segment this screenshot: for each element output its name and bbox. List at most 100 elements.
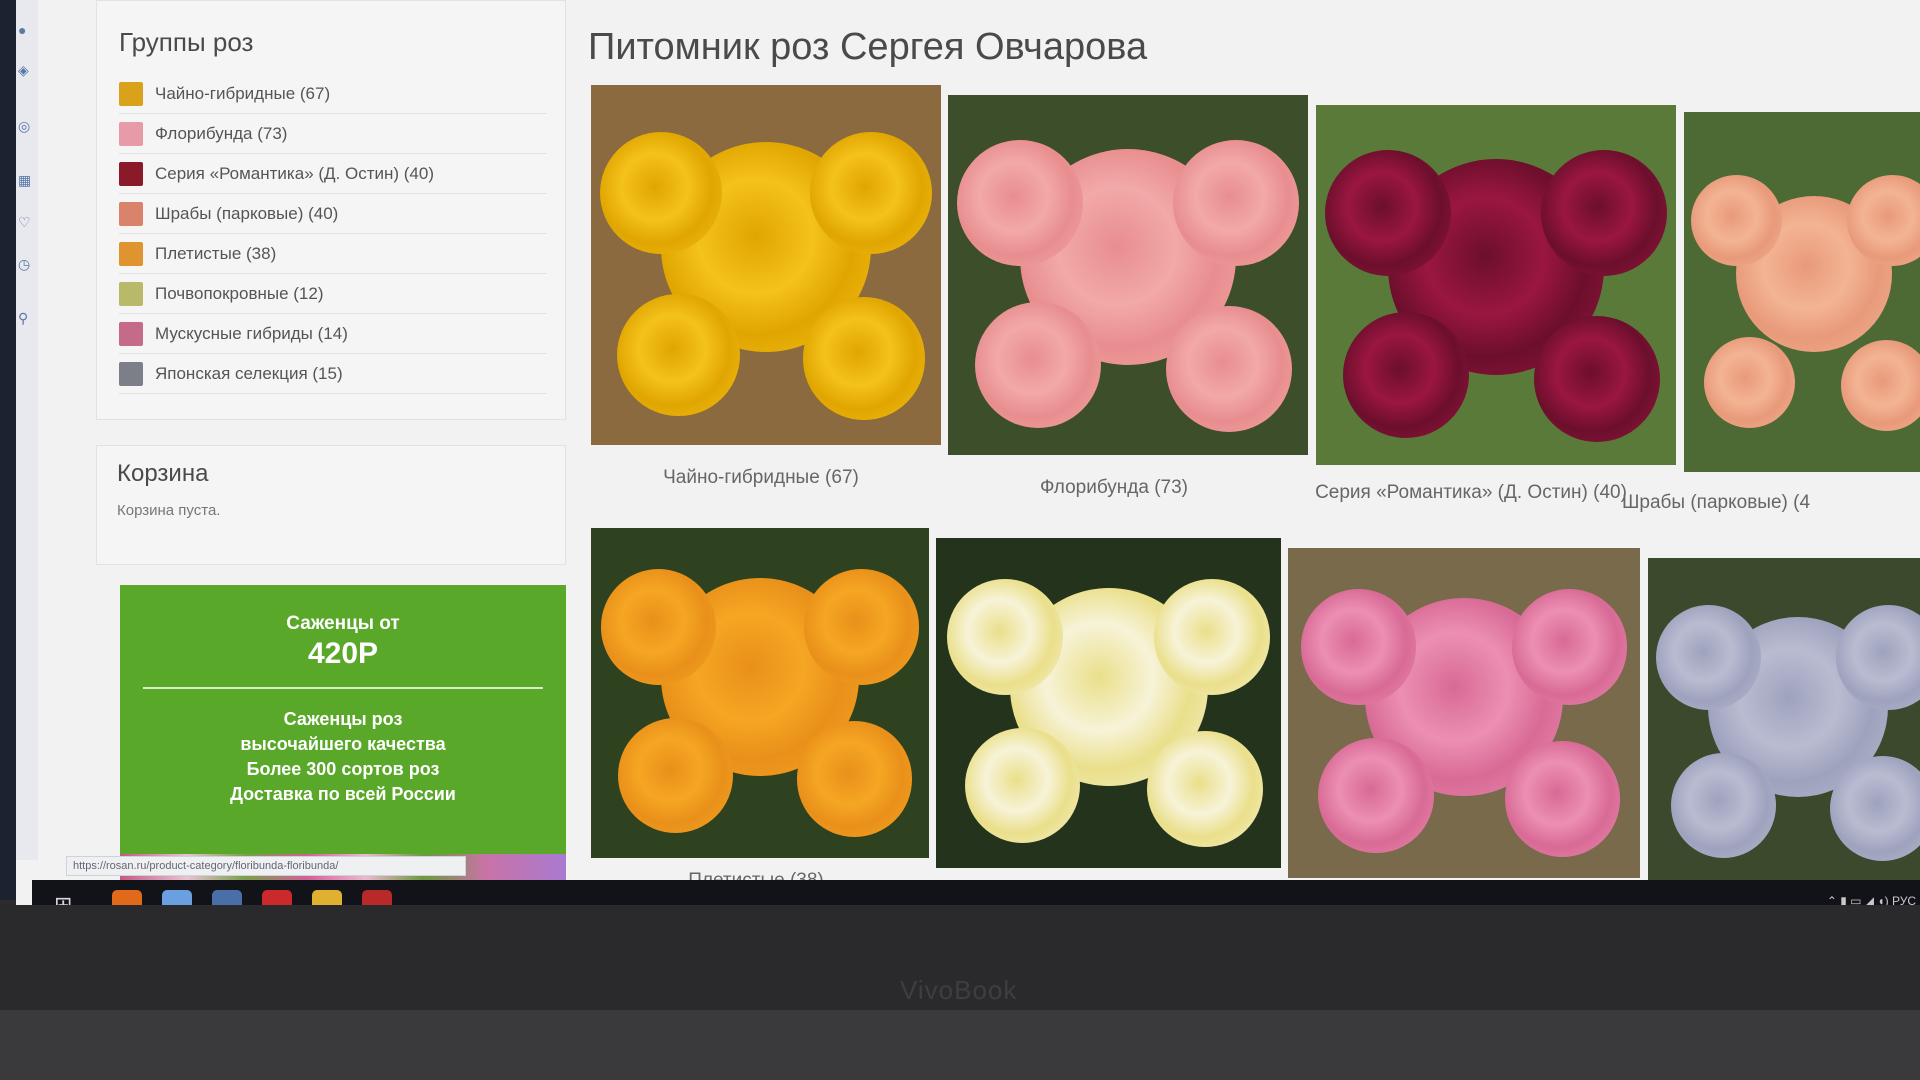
cart-title: Корзина [117, 460, 209, 487]
cart-panel: Корзина Корзина пуста. [96, 445, 566, 565]
history-icon[interactable]: ◎ [18, 118, 30, 135]
category-thumbnail [119, 361, 143, 386]
rose-bloom [1829, 756, 1920, 862]
cart-status: Корзина пуста. [117, 502, 221, 519]
folder-icon[interactable] [312, 890, 342, 905]
rose-bloom [809, 131, 933, 255]
rose-bloom [1343, 312, 1469, 438]
promo-divider [143, 687, 543, 689]
promo-line: Доставка по всей России [230, 784, 456, 804]
rose-photo[interactable] [948, 95, 1308, 455]
promo-line: Саженцы от [286, 613, 400, 634]
location-icon[interactable]: ⚲ [18, 310, 28, 327]
sidebar-category-item[interactable]: Мускусные гибриды (14) [119, 314, 547, 354]
category-label: Почвопокровные (12) [155, 283, 324, 303]
category-label: Плетистые (38) [155, 243, 277, 263]
laptop-brand: VivoBook [900, 975, 1018, 1005]
rose-bloom [1300, 589, 1417, 705]
rose-photo[interactable] [936, 538, 1281, 868]
rose-bloom [1154, 579, 1270, 695]
rose-photo[interactable] [1288, 548, 1640, 878]
rose-bloom [1655, 604, 1761, 710]
category-thumbnail [119, 321, 143, 346]
sidebar-category-item[interactable]: Чайно-гибридные (67) [119, 74, 547, 114]
language-indicator[interactable]: РУС [1892, 894, 1916, 905]
category-label: Японская селекция (15) [155, 363, 343, 383]
rose-photo[interactable] [1316, 105, 1676, 465]
browser-side-panel: ● ◈ ◎ ▦ ♡ ◷ ⚲ [16, 0, 38, 860]
promo-line: Более 300 сортов роз [246, 759, 440, 779]
sidebar-category-item[interactable]: Почвопокровные (12) [119, 274, 547, 314]
network-icon[interactable]: ⌃ ▮ ▭ ◢ ◖) [1827, 894, 1889, 905]
rose-bloom [1703, 336, 1795, 428]
rose-bloom [1511, 589, 1628, 705]
rose-photo[interactable] [591, 528, 929, 858]
category-thumbnail [119, 161, 143, 186]
promo-banner[interactable]: Саженцы от 420Р Саженцы роз высочайшего … [120, 585, 566, 890]
browser-icon[interactable] [162, 890, 192, 905]
rose-bloom [802, 297, 926, 420]
rose-bloom [617, 717, 734, 834]
rose-bloom [1690, 174, 1782, 266]
rose-bloom [975, 302, 1101, 428]
rose-bloom [1670, 753, 1776, 858]
rose-bloom [947, 579, 1063, 695]
category-list: Чайно-гибридные (67) Флорибунда (73) Серия… [119, 74, 547, 394]
page-title: Питомник роз Сергея Овчарова [588, 26, 1148, 68]
rose-photo[interactable] [1684, 112, 1920, 472]
sidebar-category-item[interactable]: Серия «Романтика» (Д. Остин) (40) [119, 154, 547, 194]
promo-line: Саженцы роз [283, 709, 403, 729]
rose-bloom [599, 131, 723, 255]
rose-bloom [1841, 340, 1920, 432]
rose-bloom [1173, 140, 1299, 266]
category-thumbnail [119, 241, 143, 266]
category-caption[interactable]: Флорибунда (73) [964, 475, 1264, 500]
heart-icon[interactable]: ♡ [18, 214, 31, 231]
category-label: Серия «Романтика» (Д. Остин) (40) [155, 163, 434, 183]
sidebar-category-item[interactable]: Шрабы (парковые) (40) [119, 194, 547, 234]
promo-price: 420Р [307, 637, 379, 670]
category-thumbnail [119, 281, 143, 306]
category-caption[interactable]: Чайно-гибридные (67) [611, 465, 911, 490]
messenger-icon[interactable]: ● [18, 22, 26, 38]
opera-icon[interactable] [262, 890, 292, 905]
category-thumbnail [119, 201, 143, 226]
category-thumbnail [119, 81, 143, 106]
rose-bloom [1318, 737, 1434, 854]
category-label: Флорибунда (73) [155, 123, 288, 143]
document-icon[interactable] [212, 890, 242, 905]
category-thumbnail [119, 121, 143, 146]
rose-bloom [957, 140, 1083, 266]
video-editor-icon[interactable] [362, 890, 392, 905]
rose-photo[interactable] [591, 85, 941, 445]
rose-photo[interactable] [1648, 558, 1920, 888]
grid-icon[interactable]: ▦ [18, 172, 31, 189]
desk-surface [0, 1010, 1920, 1080]
firefox-icon[interactable] [112, 890, 142, 905]
rose-bloom [600, 569, 717, 685]
promo-line: высочайшего качества [240, 734, 446, 754]
sidebar-category-item[interactable]: Японская селекция (15) [119, 354, 547, 394]
taskbar: ⊞ ⌃ ▮ ▭ ◢ ◖) РУС [32, 880, 1920, 905]
system-tray[interactable]: ⌃ ▮ ▭ ◢ ◖) РУС [1827, 894, 1916, 905]
sidebar-category-item[interactable]: Флорибунда (73) [119, 114, 547, 154]
rose-bloom [1165, 305, 1292, 432]
category-label: Мускусные гибриды (14) [155, 323, 348, 343]
sidebar-category-item[interactable]: Плетистые (38) [119, 234, 547, 274]
rose-bloom [617, 293, 740, 417]
rose-bloom [1533, 315, 1660, 442]
rose-bloom [1325, 150, 1451, 276]
rose-bloom [1541, 150, 1667, 276]
groups-title: Группы роз [119, 27, 254, 57]
rose-bloom [964, 727, 1080, 844]
category-label: Шрабы (парковые) (40) [155, 203, 339, 223]
clock-icon[interactable]: ◷ [18, 256, 30, 273]
rose-bloom [796, 721, 913, 837]
category-label: Чайно-гибридные (67) [155, 83, 331, 103]
status-bar-url: https://rosan.ru/product-category/florib… [66, 856, 466, 876]
rose-bloom [803, 569, 920, 685]
rose-bloom [1147, 731, 1263, 847]
bookmark-icon[interactable]: ◈ [18, 62, 29, 79]
start-icon[interactable]: ⊞ [54, 892, 80, 905]
category-caption[interactable]: Шрабы (парковые) (4 [1586, 490, 1846, 515]
